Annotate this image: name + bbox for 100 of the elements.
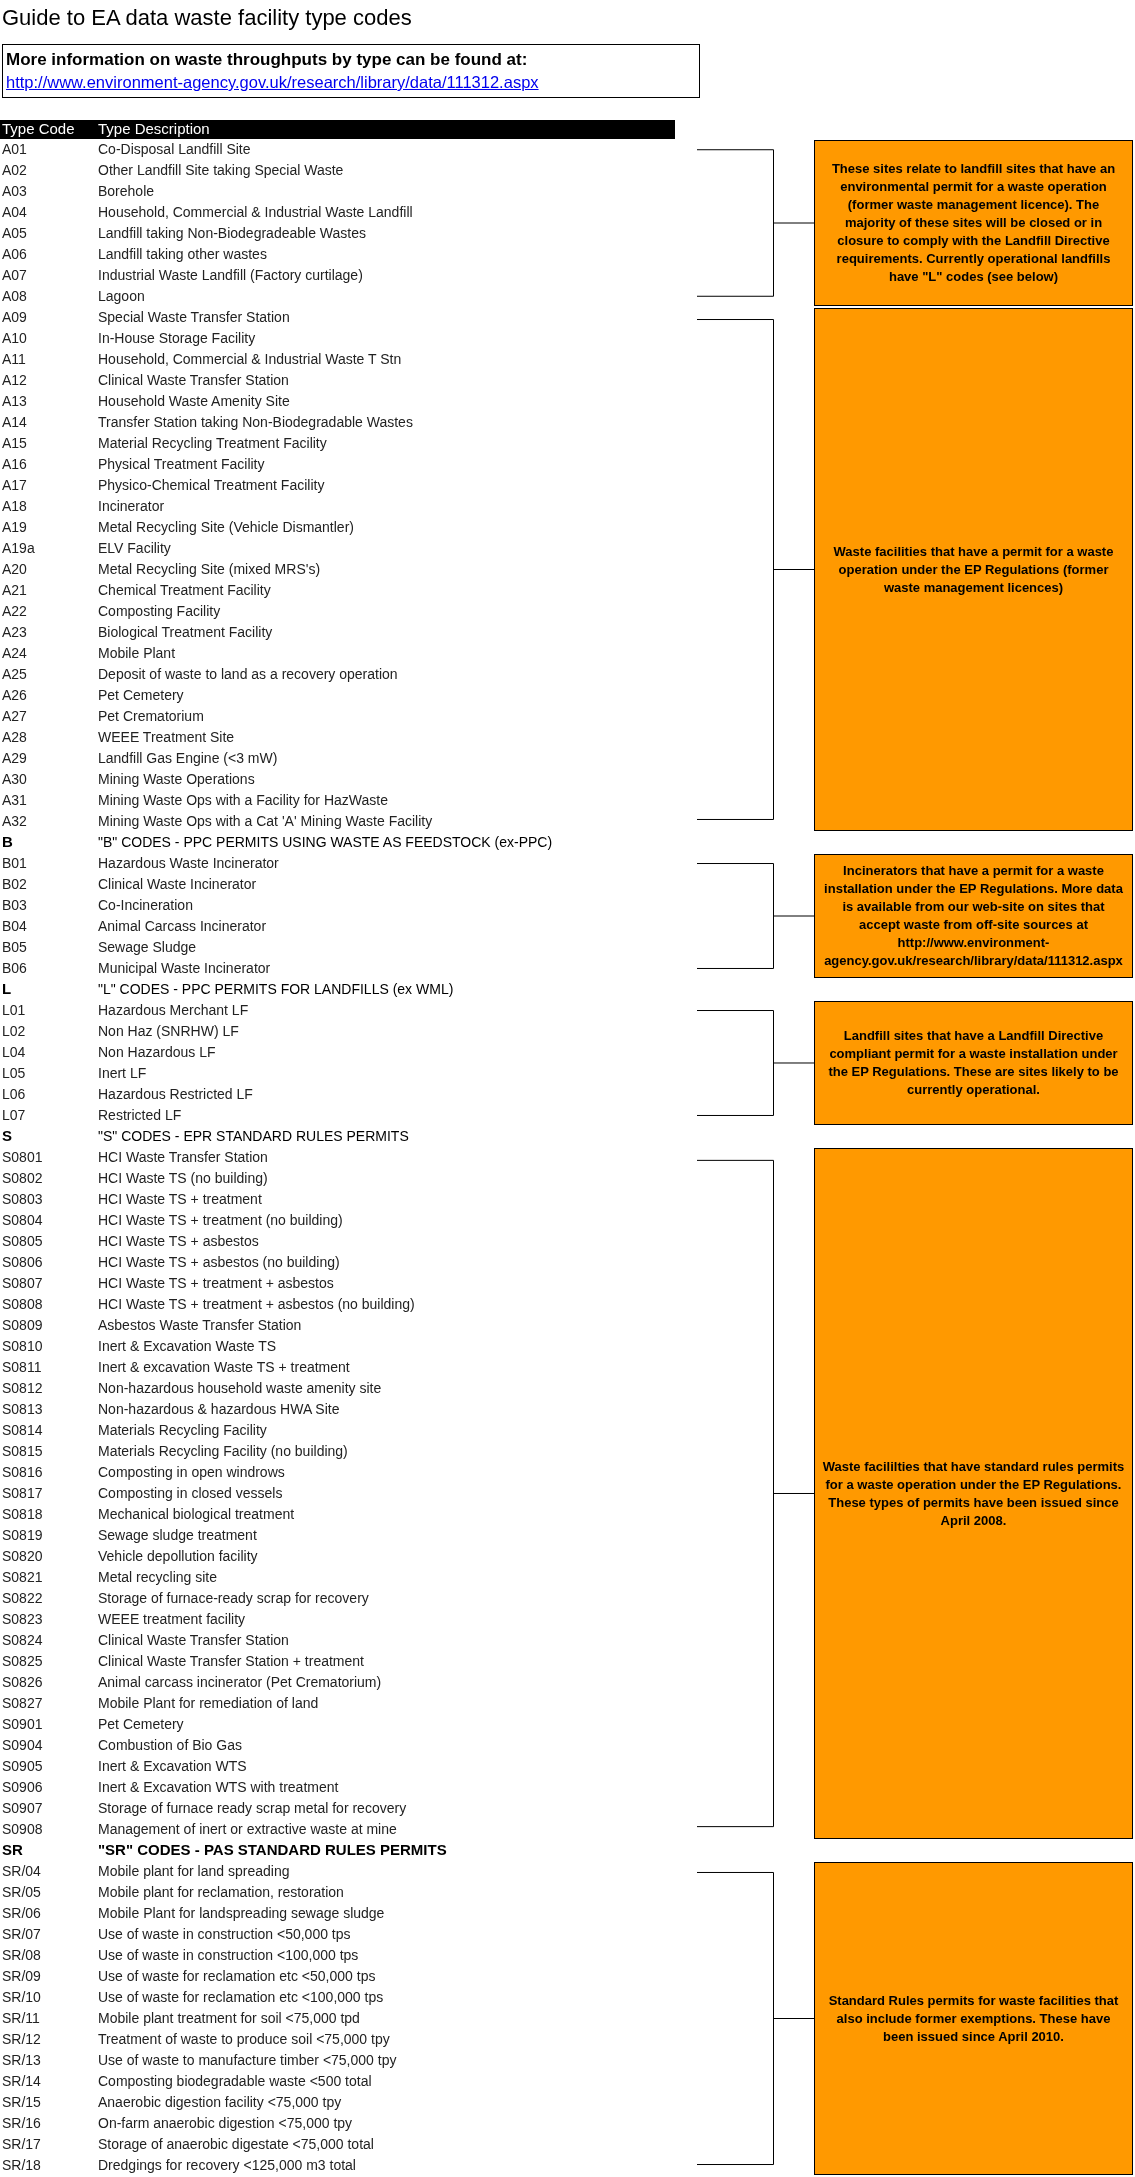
type-code: A17	[1, 476, 28, 495]
type-code: SR/08	[1, 1946, 42, 1965]
type-code: S0906	[1, 1778, 44, 1797]
type-description: Mobile Plant	[98, 644, 176, 663]
type-description: HCI Waste TS + treatment + asbestos	[98, 1274, 334, 1293]
info-text: More information on waste throughputs by type can be found at:	[6, 49, 529, 71]
type-description: Composting Facility	[98, 602, 221, 621]
type-code: A02	[1, 161, 28, 180]
type-code: SR/04	[1, 1862, 42, 1881]
type-code: A31	[1, 791, 28, 810]
type-code: A14	[1, 413, 28, 432]
type-code: L04	[1, 1043, 27, 1062]
type-code: S0826	[1, 1673, 44, 1692]
type-description: Mobile Plant for landspreading sewage sludge	[98, 1904, 385, 1923]
note-box: These sites relate to landfill sites that have an environmental permit for a waste operation (former waste management licence). The majority of these sites will be closed or in closure to comply with the Landfill Directive requirements. Currently operational landfills have "L" codes (see below)	[814, 140, 1133, 306]
type-description: Metal recycling site	[98, 1568, 218, 1587]
type-description: Animal Carcass Incinerator	[98, 917, 267, 936]
section-heading: "L" CODES - PPC PERMITS FOR LANDFILLS (ex WML)	[98, 980, 454, 999]
type-code: A25	[1, 665, 28, 684]
type-description: Non Haz (SNRHW) LF	[98, 1022, 239, 1041]
type-description: Material Recycling Treatment Facility	[98, 434, 327, 453]
type-description: Physical Treatment Facility	[98, 455, 265, 474]
type-code: S0813	[1, 1400, 44, 1419]
type-code: SR/12	[1, 2030, 42, 2049]
type-description: Municipal Waste Incinerator	[98, 959, 271, 978]
type-code: S0825	[1, 1652, 44, 1671]
note-box: Landfill sites that have a Landfill Directive compliant permit for a waste installation under the EP Regulations. These are sites likely to be currently operational.	[814, 1001, 1133, 1125]
type-description: Metal Recycling Site (mixed MRS's)	[98, 560, 321, 579]
info-link[interactable]: http://www.environment-agency.gov.uk/research/library/data/111312.aspx	[6, 71, 539, 93]
type-code: S0806	[1, 1253, 44, 1272]
type-code: A01	[1, 140, 28, 159]
type-description: Storage of furnace ready scrap metal for recovery	[98, 1799, 407, 1818]
type-code: A27	[1, 707, 28, 726]
type-code: A23	[1, 623, 28, 642]
section-code: S	[1, 1126, 13, 1147]
type-description: Pet Crematorium	[98, 707, 204, 726]
type-code: S0805	[1, 1232, 44, 1251]
type-code: S0815	[1, 1442, 44, 1461]
type-description: HCI Waste TS + asbestos	[98, 1232, 259, 1251]
note-box: Waste facililties that have standard rules permits for a waste operation under the EP Regulations. These types of permits have been issued since April 2008.	[814, 1148, 1133, 1839]
type-code: A04	[1, 203, 28, 222]
type-description: Animal carcass incinerator (Pet Crematorium)	[98, 1673, 382, 1692]
type-code: SR/17	[1, 2135, 42, 2154]
type-description: HCI Waste Transfer Station	[98, 1148, 268, 1167]
type-description: Use of waste in construction <100,000 tps	[98, 1946, 359, 1965]
type-code: SR/06	[1, 1904, 42, 1923]
type-description: HCI Waste TS + treatment	[98, 1190, 262, 1209]
type-code: SR/16	[1, 2114, 42, 2133]
type-description: Clinical Waste Incinerator	[98, 875, 257, 894]
type-description: Mobile plant treatment for soil <75,000 tpd	[98, 2009, 360, 2028]
type-code: S0820	[1, 1547, 44, 1566]
section-code: B	[1, 832, 14, 853]
type-code: L02	[1, 1022, 27, 1041]
type-description: Restricted LF	[98, 1106, 182, 1125]
type-description: Hazardous Restricted LF	[98, 1085, 253, 1104]
type-code: A32	[1, 812, 28, 831]
type-code: S0809	[1, 1316, 44, 1335]
type-description: Mobile plant for land spreading	[98, 1862, 290, 1881]
type-code: S0804	[1, 1211, 44, 1230]
type-code: A15	[1, 434, 28, 453]
type-code: A08	[1, 287, 28, 306]
type-code: A19a	[1, 539, 36, 558]
type-description: Landfill taking Non-Biodegradeable Wastes	[98, 224, 366, 243]
type-code: L05	[1, 1064, 27, 1083]
type-description: Materials Recycling Facility	[98, 1421, 267, 1440]
type-description: In-House Storage Facility	[98, 329, 256, 348]
type-description: Clinical Waste Transfer Station	[98, 371, 289, 390]
type-code: A07	[1, 266, 28, 285]
type-code: B02	[1, 875, 28, 894]
column-header: Type Code	[1, 119, 76, 140]
type-code: B05	[1, 938, 28, 957]
type-code: A26	[1, 686, 28, 705]
type-code: S0819	[1, 1526, 44, 1545]
type-description: Combustion of Bio Gas	[98, 1736, 242, 1755]
type-code: S0803	[1, 1190, 44, 1209]
type-code: A24	[1, 644, 28, 663]
type-description: Industrial Waste Landfill (Factory curtilage)	[98, 266, 363, 285]
type-description: Biological Treatment Facility	[98, 623, 273, 642]
type-code: S0811	[1, 1358, 43, 1377]
type-code: A13	[1, 392, 28, 411]
type-code: S0808	[1, 1295, 44, 1314]
type-code: SR/13	[1, 2051, 42, 2070]
type-code: S0802	[1, 1169, 44, 1188]
page-title: Guide to EA data waste facility type codes	[2, 4, 412, 32]
type-code: A06	[1, 245, 28, 264]
type-description: Treatment of waste to produce soil <75,000 tpy	[98, 2030, 390, 2049]
type-code: B04	[1, 917, 28, 936]
type-code: S0812	[1, 1379, 44, 1398]
type-description: Sewage Sludge	[98, 938, 197, 957]
type-code: A30	[1, 770, 28, 789]
type-code: A22	[1, 602, 28, 621]
type-description: Household, Commercial & Industrial Waste Landfill	[98, 203, 413, 222]
type-code: S0814	[1, 1421, 44, 1440]
type-description: On-farm anaerobic digestion <75,000 tpy	[98, 2114, 353, 2133]
type-code: S0807	[1, 1274, 44, 1293]
section-heading: "SR" CODES - PAS STANDARD RULES PERMITS	[98, 1840, 447, 1861]
type-code: S0810	[1, 1337, 44, 1356]
type-code: A09	[1, 308, 28, 327]
type-description: Other Landfill Site taking Special Waste	[98, 161, 344, 180]
type-description: HCI Waste TS + treatment (no building)	[98, 1211, 343, 1230]
